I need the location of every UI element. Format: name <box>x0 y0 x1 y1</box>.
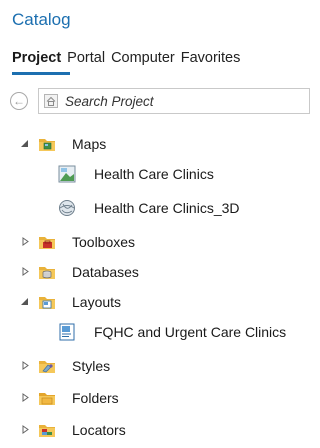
layout-icon <box>59 323 75 341</box>
tree-item-label: Health Care Clinics_3D <box>94 200 240 216</box>
expanded-arrow-icon[interactable] <box>20 139 29 148</box>
collapsed-arrow-icon[interactable] <box>21 393 30 402</box>
collapsed-arrow-icon[interactable] <box>21 267 30 276</box>
catalog-pane: Catalog Project Portal Computer Favorite… <box>0 0 310 448</box>
styles-folder-icon <box>39 361 55 373</box>
search-box[interactable] <box>38 88 310 114</box>
search-input[interactable] <box>65 91 305 111</box>
maps-folder-icon <box>39 139 55 151</box>
collapsed-arrow-icon[interactable] <box>21 361 30 370</box>
tree-item-folders[interactable]: Folders <box>0 386 310 410</box>
tree-item-label: Maps <box>72 136 107 152</box>
collapsed-arrow-icon[interactable] <box>21 425 30 434</box>
search-row: ← <box>10 88 310 114</box>
tree-item-fqhc-layout[interactable]: FQHC and Urgent Care Clinics <box>0 320 310 344</box>
tree-item-databases[interactable]: Databases <box>0 260 310 284</box>
tree-item-health-care-clinics[interactable]: Health Care Clinics <box>0 162 310 186</box>
tree-item-label: Health Care Clinics <box>94 166 214 182</box>
tree-item-locators[interactable]: Locators <box>0 418 310 442</box>
tree-item-label: FQHC and Urgent Care Clinics <box>94 324 287 340</box>
globe-scene-icon <box>59 200 75 216</box>
tree-item-label: Folders <box>72 390 119 406</box>
expanded-arrow-icon[interactable] <box>20 297 29 306</box>
tree-item-maps[interactable]: Maps <box>0 132 310 156</box>
tree-item-styles[interactable]: Styles <box>0 354 310 378</box>
tab-favorites[interactable]: Favorites <box>181 50 241 72</box>
tree-item-label: Locators <box>72 422 126 438</box>
locators-folder-icon <box>39 425 55 437</box>
layouts-folder-icon <box>39 297 55 309</box>
tab-portal[interactable]: Portal <box>67 50 105 72</box>
tree-item-toolboxes[interactable]: Toolboxes <box>0 230 310 254</box>
tree-item-layouts[interactable]: Layouts <box>0 290 310 314</box>
project-home-icon <box>44 94 58 108</box>
tab-computer[interactable]: Computer <box>111 50 175 72</box>
tab-project[interactable]: Project <box>12 50 61 72</box>
catalog-tabs: Project Portal Computer Favorites <box>12 50 240 72</box>
back-arrow-icon[interactable]: ← <box>10 92 28 110</box>
tree-item-label: Toolboxes <box>72 234 136 250</box>
active-tab-indicator <box>12 72 70 75</box>
databases-folder-icon <box>39 267 55 279</box>
tree-item-health-care-clinics-3d[interactable]: Health Care Clinics_3D <box>0 196 310 220</box>
map-icon <box>58 165 76 183</box>
toolboxes-folder-icon <box>39 237 55 249</box>
tree-item-label: Styles <box>72 358 111 374</box>
pane-title: Catalog <box>12 10 71 29</box>
tree-item-label: Databases <box>72 264 139 280</box>
collapsed-arrow-icon[interactable] <box>21 237 30 246</box>
tree-item-label: Layouts <box>72 294 122 310</box>
folders-folder-icon <box>39 393 55 405</box>
